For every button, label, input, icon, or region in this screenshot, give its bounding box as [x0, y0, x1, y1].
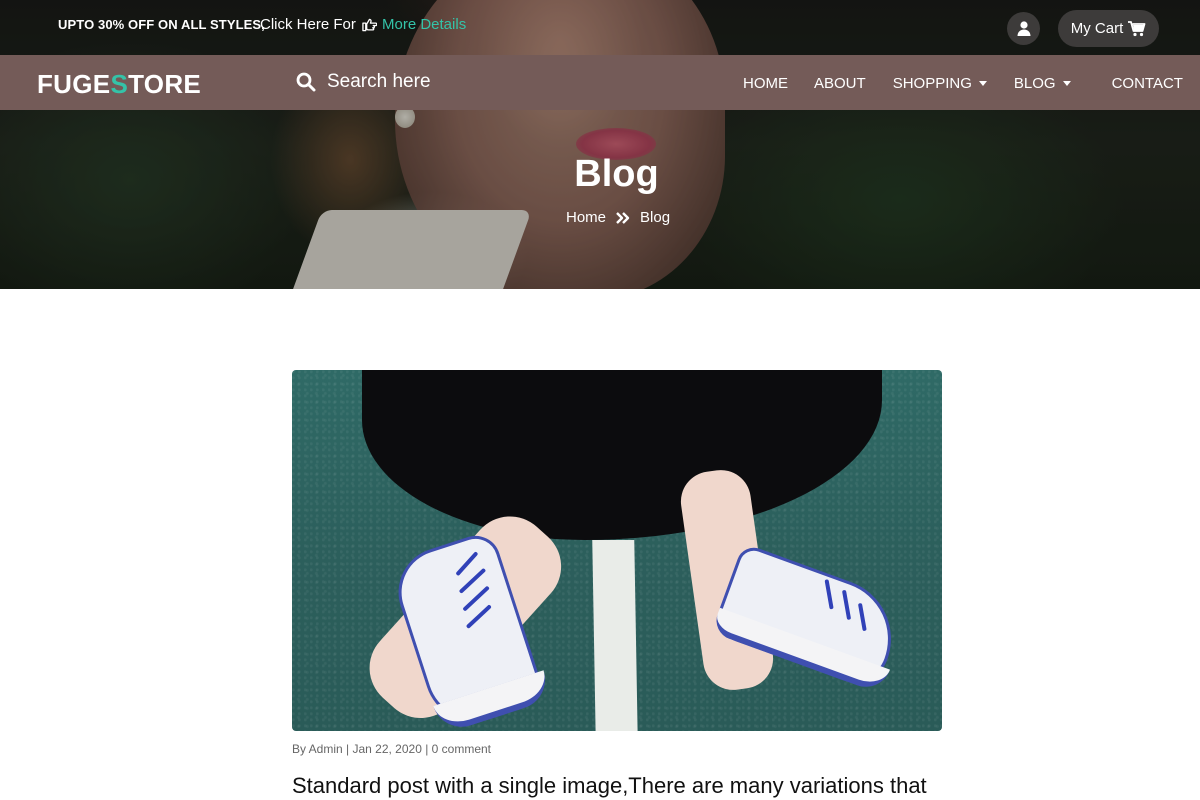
my-cart-button[interactable]: My Cart	[1058, 10, 1159, 47]
caret-down-icon	[1062, 81, 1071, 86]
more-details-label: More Details	[382, 16, 467, 33]
more-details-link[interactable]: More Details	[362, 16, 466, 33]
main-navbar: FUGESTORE HOME ABOUT SHOPPING BLOG CONTA…	[0, 55, 1200, 110]
nav-item-label: HOME	[743, 75, 788, 92]
promo-text: UPTO 30% OFF ON ALL STYLES,	[58, 17, 265, 32]
nav-menu: HOME ABOUT SHOPPING BLOG CONTACT	[743, 75, 1183, 92]
image-court-line	[592, 540, 638, 731]
account-button[interactable]	[1007, 12, 1040, 45]
logo-text-part1: FUGE	[37, 69, 111, 99]
cart-label: My Cart	[1070, 20, 1124, 37]
logo-text-accent: S	[110, 69, 129, 99]
caret-down-icon	[978, 81, 987, 86]
breadcrumb-home-link[interactable]: Home	[566, 209, 606, 226]
breadcrumb-current: Blog	[640, 209, 671, 226]
nav-item-label: ABOUT	[814, 75, 866, 92]
nav-item-contact[interactable]: CONTACT	[1112, 75, 1183, 92]
site-logo[interactable]: FUGESTORE	[37, 69, 201, 100]
post-featured-image[interactable]	[292, 370, 942, 731]
double-chevron-right-icon	[616, 211, 630, 224]
page-title: Blog	[574, 153, 659, 195]
search-input[interactable]	[327, 71, 477, 93]
shopping-cart-icon	[1128, 20, 1146, 36]
post-title-link[interactable]: Standard post with a single image,There …	[292, 773, 927, 799]
nav-item-label: CONTACT	[1111, 75, 1183, 92]
hand-point-right-icon	[362, 18, 377, 31]
user-icon	[1017, 21, 1030, 36]
nav-item-shopping[interactable]: SHOPPING	[893, 75, 987, 92]
nav-item-label: SHOPPING	[892, 75, 972, 92]
breadcrumb: Home Blog	[566, 209, 670, 226]
search-icon[interactable]	[296, 72, 316, 92]
nav-item-home[interactable]: HOME	[743, 75, 788, 92]
nav-item-about[interactable]: ABOUT	[814, 75, 866, 92]
post-meta: By Admin | Jan 22, 2020 | 0 comment	[292, 742, 492, 756]
click-here-text: Click Here For	[260, 16, 356, 33]
nav-item-blog[interactable]: BLOG	[1014, 75, 1071, 92]
nav-item-label: BLOG	[1013, 75, 1056, 92]
logo-text-part2: TORE	[128, 69, 202, 99]
top-bar: UPTO 30% OFF ON ALL STYLES, Click Here F…	[0, 0, 1200, 54]
search-box	[296, 71, 477, 93]
image-skirt	[362, 370, 882, 540]
